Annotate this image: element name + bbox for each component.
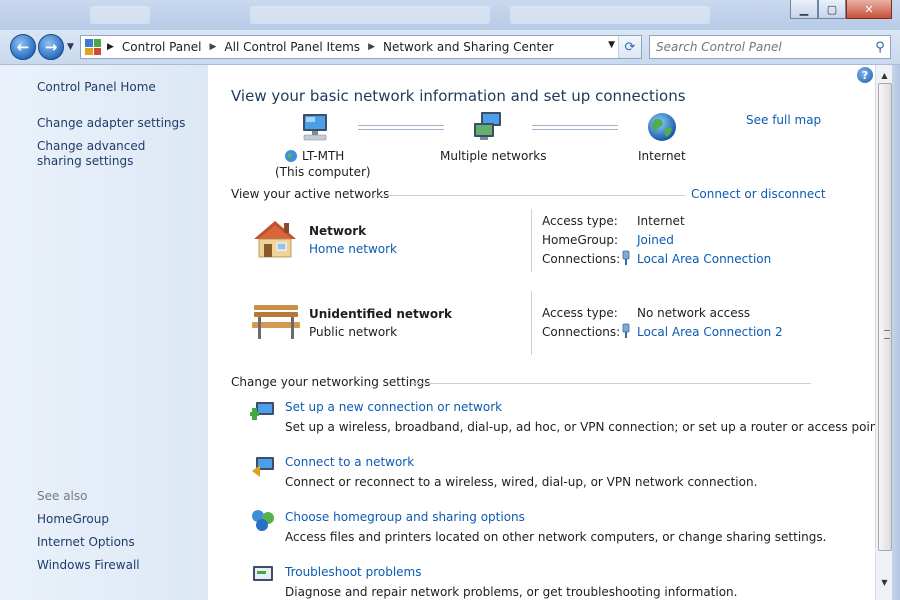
background-blur (90, 6, 150, 24)
connection-line (358, 125, 444, 130)
see-full-map-link[interactable]: See full map (746, 113, 821, 127)
refresh-button[interactable]: ⟳ (618, 36, 641, 58)
access-type-value: No network access (637, 306, 751, 320)
see-also-label: See also (37, 489, 88, 503)
connect-to-network-link[interactable]: Connect to a network (285, 455, 414, 469)
scroll-up-icon[interactable]: ▲ (876, 67, 893, 83)
minimize-button[interactable]: ▁ (790, 0, 818, 19)
computer-icon (303, 114, 327, 141)
back-button[interactable]: ← (10, 34, 36, 60)
internet-globe-icon (648, 113, 676, 141)
ethernet-plug-icon (622, 250, 630, 265)
windows-firewall-link[interactable]: Windows Firewall (37, 558, 140, 573)
background-blur (250, 6, 490, 24)
connect-or-disconnect-link[interactable]: Connect or disconnect (691, 187, 826, 201)
multiple-networks-icon (474, 112, 501, 140)
home-network-link[interactable]: Home network (309, 242, 397, 256)
troubleshoot-problems-link[interactable]: Troubleshoot problems (285, 565, 421, 579)
help-icon[interactable]: ? (857, 67, 873, 83)
homegroup-label: HomeGroup: (542, 233, 619, 247)
breadcrumb-network-sharing[interactable]: Network and Sharing Center (383, 40, 554, 54)
window-title-bar: ▁ ▢ ✕ (0, 0, 900, 30)
search-icon[interactable]: ⚲ (870, 40, 890, 55)
local-area-connection-link[interactable]: Local Area Connection (637, 252, 771, 266)
divider (412, 383, 811, 384)
ethernet-plug-icon (622, 323, 630, 338)
task-description: Diagnose and repair network problems, or… (285, 585, 738, 599)
access-type-value: Internet (637, 214, 685, 228)
computer-name: LT-MTH (302, 149, 345, 163)
choose-homegroup-link[interactable]: Choose homegroup and sharing options (285, 510, 525, 524)
task-pane: Control Panel Home Change adapter settin… (0, 65, 208, 600)
search-box: ⚲ (649, 35, 891, 59)
new-connection-icon (250, 402, 274, 420)
breadcrumb: ▶ Control Panel ▶ All Control Panel Item… (107, 40, 554, 54)
active-networks-label: View your active networks (231, 187, 390, 201)
vertical-scrollbar[interactable]: ▲ ▼ (875, 65, 893, 600)
network-globe-small-icon (285, 150, 297, 162)
unidentified-network-name: Unidentified network (309, 307, 452, 321)
control-panel-home-link[interactable]: Control Panel Home (37, 80, 156, 95)
breadcrumb-chevron-icon[interactable]: ▶ (368, 42, 375, 52)
window-controls: ▁ ▢ ✕ (790, 0, 892, 19)
scrollbar-thumb[interactable] (878, 83, 892, 551)
local-area-connection-2-link[interactable]: Local Area Connection 2 (637, 325, 783, 339)
connect-to-network-icon (252, 457, 274, 477)
public-network-bench-icon (252, 305, 300, 339)
maximize-button[interactable]: ▢ (818, 0, 846, 19)
internet-options-link[interactable]: Internet Options (37, 535, 135, 550)
homegroup-link[interactable]: HomeGroup (37, 512, 109, 527)
change-adapter-settings-link[interactable]: Change adapter settings (37, 116, 185, 131)
address-dropdown-icon[interactable]: ▼ (608, 40, 615, 50)
public-network-label: Public network (309, 325, 398, 339)
computer-sub-label: (This computer) (275, 165, 371, 179)
multiple-networks-label: Multiple networks (440, 149, 547, 163)
divider (373, 195, 685, 196)
connections-label: Connections: (542, 252, 621, 266)
background-blur (510, 6, 710, 24)
control-panel-icon (85, 39, 101, 55)
access-type-label: Access type: (542, 214, 618, 228)
close-button[interactable]: ✕ (846, 0, 892, 19)
connection-line (532, 125, 618, 130)
breadcrumb-control-panel[interactable]: Control Panel (122, 40, 202, 54)
scrollbar-grip-icon (884, 330, 890, 339)
window-border (892, 65, 900, 600)
task-description: Set up a wireless, broadband, dial-up, a… (285, 420, 886, 434)
homegroup-sharing-icon (252, 510, 274, 531)
address-bar[interactable]: ▶ Control Panel ▶ All Control Panel Item… (80, 35, 642, 59)
divider (531, 209, 532, 272)
task-description: Access files and printers located on oth… (285, 530, 827, 544)
search-input[interactable] (650, 39, 870, 55)
home-network-icon (254, 221, 296, 258)
network-name: Network (309, 224, 367, 238)
change-advanced-sharing-link[interactable]: Change advanced sharing settings (37, 139, 187, 169)
connections-label: Connections: (542, 325, 621, 339)
troubleshoot-icon (253, 566, 273, 581)
page-title: View your basic network information and … (231, 87, 686, 105)
homegroup-joined-link[interactable]: Joined (637, 233, 674, 247)
scroll-down-icon[interactable]: ▼ (876, 574, 893, 590)
address-toolbar: ← → ▼ ▶ Control Panel ▶ All Control Pane… (0, 30, 900, 65)
divider (531, 291, 532, 355)
breadcrumb-chevron-icon[interactable]: ▶ (210, 42, 217, 52)
recent-pages-dropdown-icon[interactable]: ▼ (67, 42, 74, 52)
task-description: Connect or reconnect to a wireless, wire… (285, 475, 758, 489)
breadcrumb-root-chevron-icon[interactable]: ▶ (107, 42, 114, 52)
breadcrumb-all-items[interactable]: All Control Panel Items (224, 40, 360, 54)
access-type-label: Access type: (542, 306, 618, 320)
set-up-new-connection-link[interactable]: Set up a new connection or network (285, 400, 502, 414)
change-settings-label: Change your networking settings (231, 375, 431, 389)
internet-label: Internet (638, 149, 686, 163)
forward-button[interactable]: → (38, 34, 64, 60)
